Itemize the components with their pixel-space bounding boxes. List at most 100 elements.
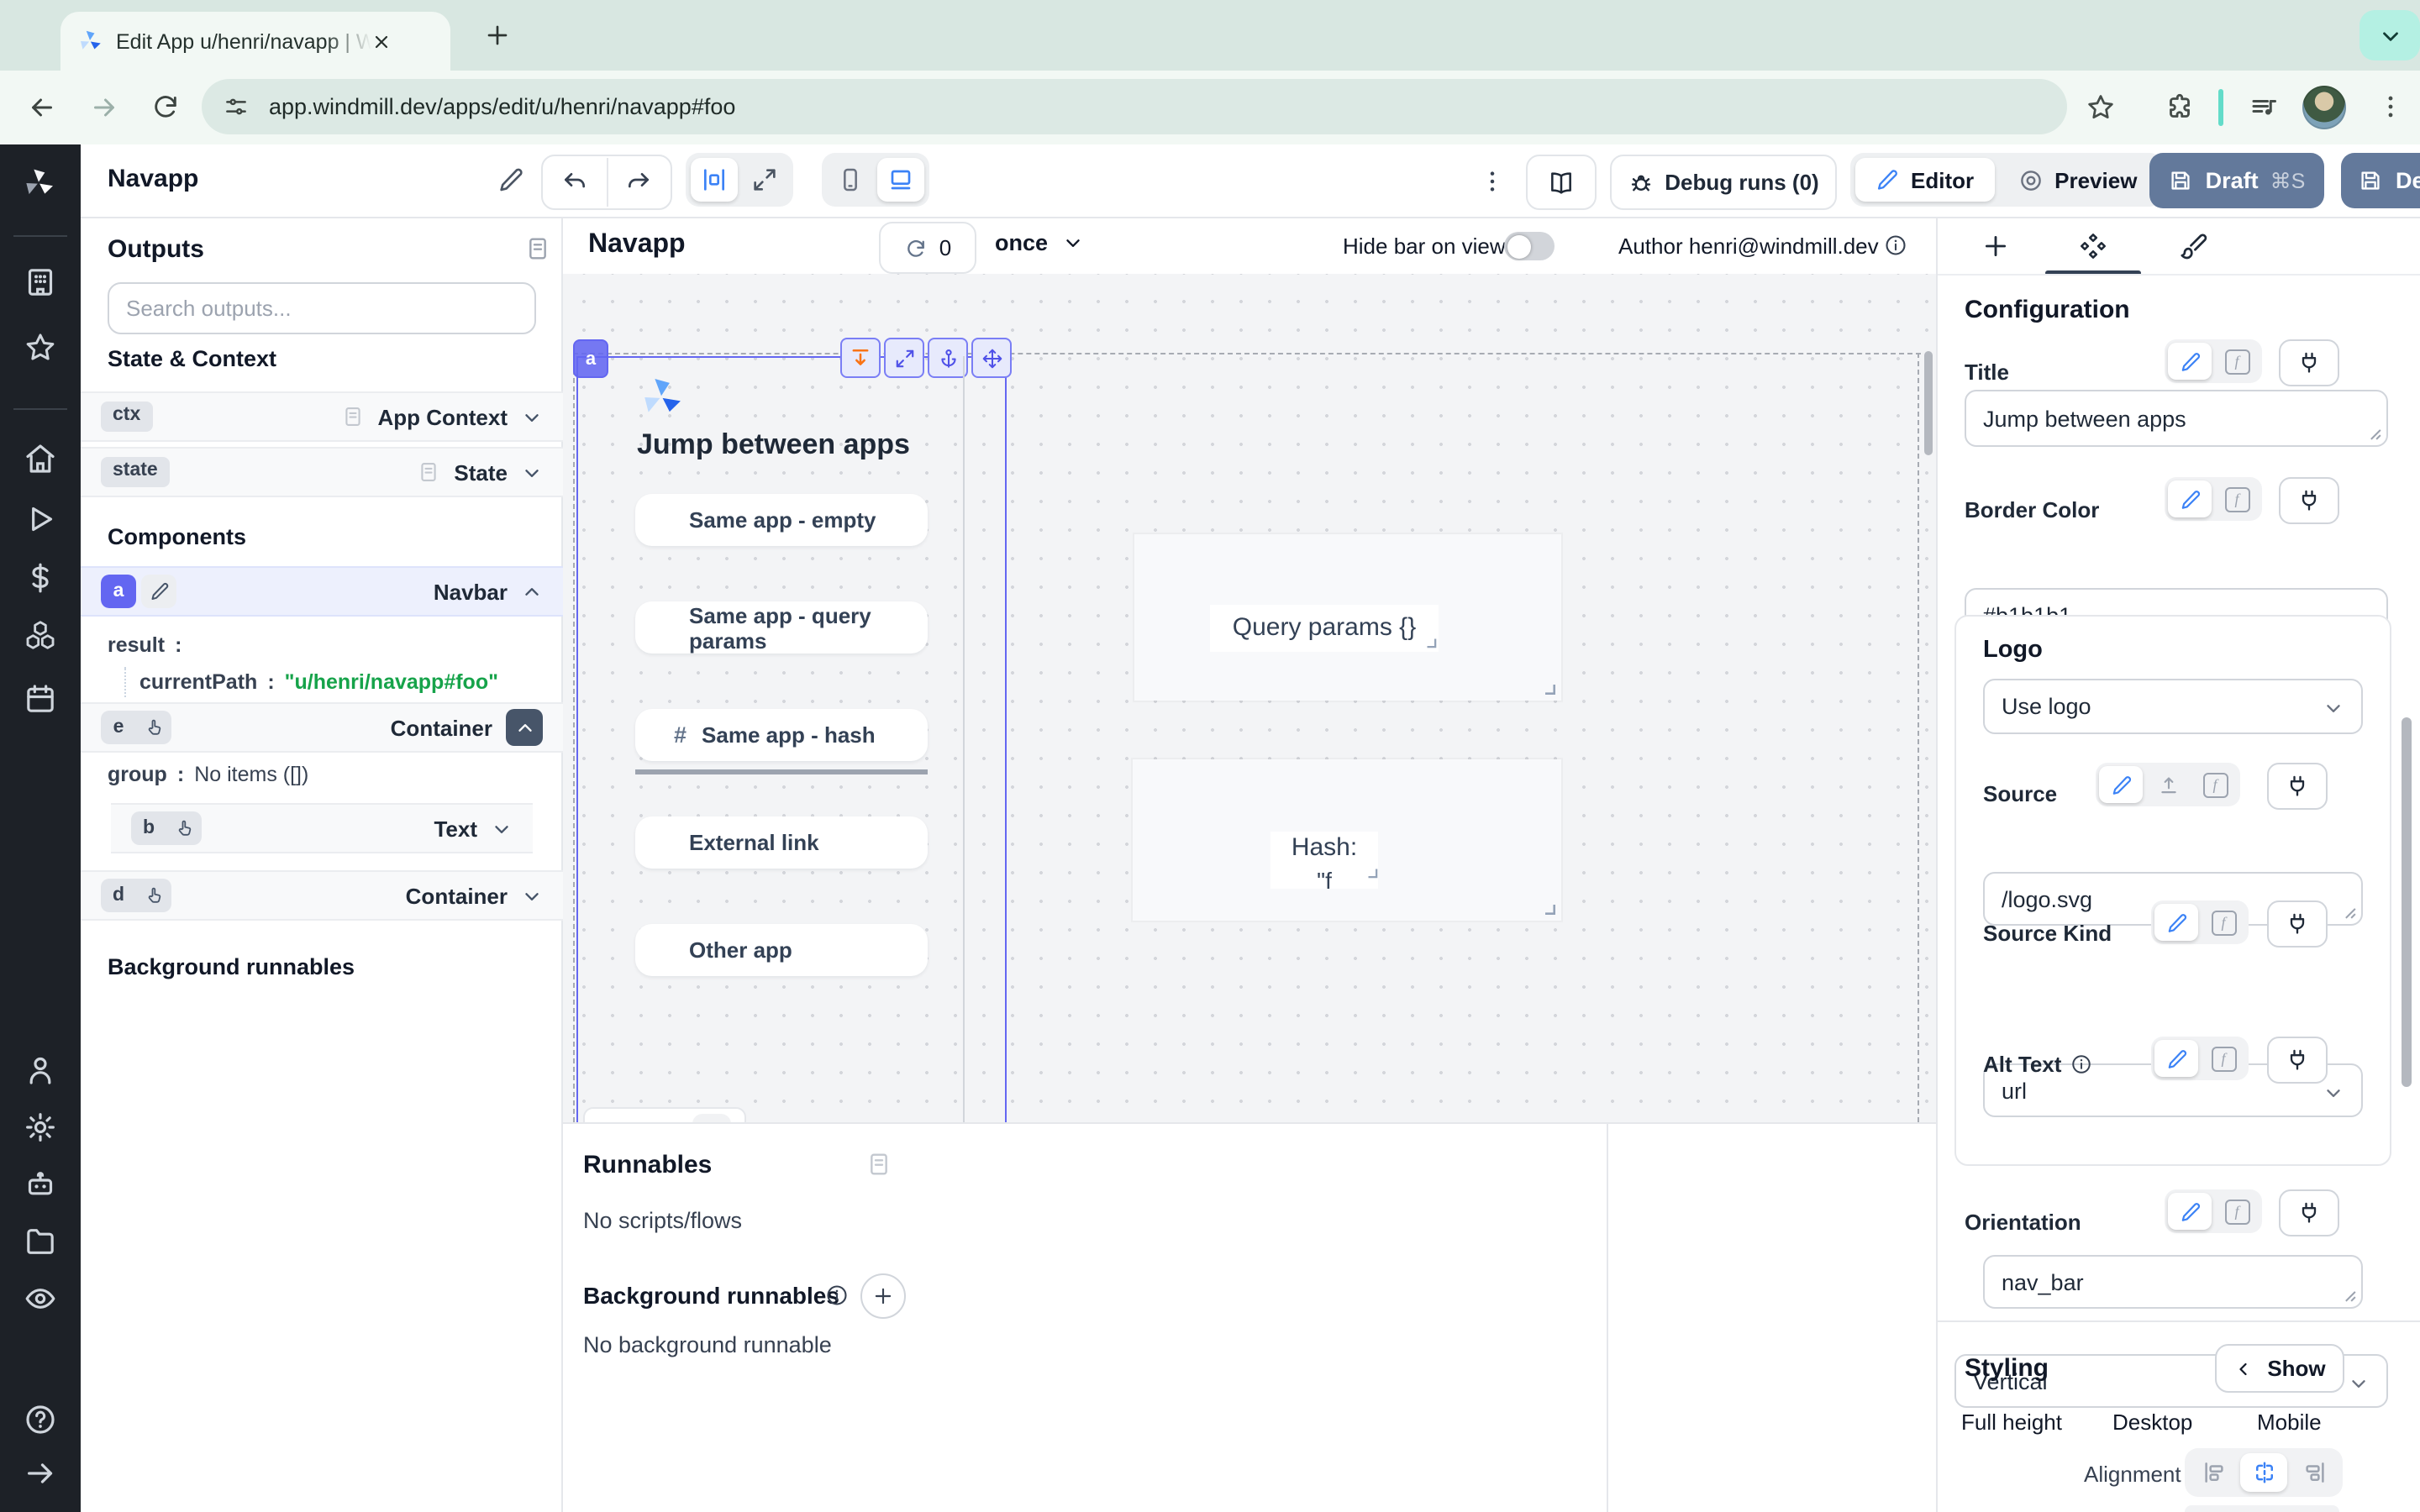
sidebar-runs-icon[interactable] <box>24 502 57 536</box>
browser-menu-icon[interactable] <box>2376 92 2405 121</box>
redo-button[interactable] <box>608 158 670 207</box>
resize-corner-icon[interactable] <box>1541 680 1558 697</box>
border-color-static-button[interactable] <box>2168 480 2212 517</box>
window-scrollbar[interactable] <box>2402 717 2412 1087</box>
query-params-text-box[interactable]: Query params {} <box>1210 605 1439 652</box>
media-queue-icon[interactable] <box>2249 92 2279 123</box>
source-kind-connect-button[interactable] <box>2267 900 2328 948</box>
nav-item-same-app-empty[interactable]: Same app - empty <box>635 494 928 546</box>
textarea-resize-icon[interactable] <box>2339 902 2358 921</box>
settings-tab-icon[interactable] <box>2079 232 2107 260</box>
orientation-fx-button[interactable]: f <box>2215 1193 2259 1230</box>
refresh-count-button[interactable]: 0 <box>879 222 976 274</box>
logo-select[interactable]: Use logo <box>1983 679 2363 734</box>
run-mode-dropdown[interactable]: once <box>995 230 1083 255</box>
resize-corner-icon[interactable] <box>1365 865 1380 880</box>
sidebar-variables-icon[interactable] <box>24 561 57 595</box>
sidebar-folders-icon[interactable] <box>24 1225 57 1258</box>
deploy-button[interactable]: Deploy <box>2341 153 2420 208</box>
title-input[interactable]: Jump between apps <box>1965 390 2388 447</box>
text-b-chevron-icon[interactable] <box>491 817 513 839</box>
border-color-fx-button[interactable]: f <box>2215 480 2259 517</box>
source-static-button[interactable] <box>2099 766 2143 803</box>
rename-app-icon[interactable] <box>497 166 524 193</box>
align-right-button[interactable] <box>2291 1453 2338 1492</box>
nav-item-external-link[interactable]: External link <box>635 816 928 869</box>
draft-button[interactable]: Draft ⌘S <box>2149 153 2324 208</box>
forward-icon[interactable] <box>89 92 119 123</box>
hash-component[interactable]: Hash: "f <box>1133 759 1561 921</box>
source-connect-button[interactable] <box>2267 763 2328 810</box>
source-kind-static-button[interactable] <box>2154 904 2198 941</box>
sidebar-users-icon[interactable] <box>24 1053 57 1087</box>
move-chip[interactable] <box>971 338 1012 378</box>
centered-layout-button[interactable] <box>691 158 738 202</box>
runnables-doc-icon[interactable] <box>865 1151 892 1178</box>
ctx-row[interactable]: ctx App Context <box>81 391 563 442</box>
hash-text-box[interactable]: Hash: "f <box>1270 832 1378 889</box>
styling-show-button[interactable]: Show <box>2215 1344 2344 1393</box>
orientation-static-button[interactable] <box>2168 1193 2212 1230</box>
query-params-component[interactable]: Query params {} <box>1134 534 1561 701</box>
debug-runs-button[interactable]: Debug runs (0) <box>1610 155 1837 210</box>
align-center-button[interactable] <box>2240 1453 2287 1492</box>
insert-component-tab-icon[interactable] <box>1981 232 2010 260</box>
orientation-connect-button[interactable] <box>2279 1189 2339 1236</box>
browser-profile-avatar[interactable] <box>2302 86 2346 129</box>
source-fx-button[interactable]: f <box>2193 766 2237 803</box>
textarea-resize-icon[interactable] <box>2365 423 2383 442</box>
component-row-container-d[interactable]: d Container <box>81 870 563 921</box>
address-bar[interactable]: app.windmill.dev/apps/edit/u/henri/navap… <box>202 79 2067 134</box>
sidebar-resources-icon[interactable] <box>24 618 57 652</box>
tab-close-icon[interactable] <box>371 31 392 51</box>
docs-button[interactable] <box>1526 155 1597 210</box>
hide-bar-toggle[interactable] <box>1504 232 1555 260</box>
nav-item-hash[interactable]: #Same app - hash <box>635 709 928 761</box>
site-settings-icon[interactable] <box>224 94 249 119</box>
undo-button[interactable] <box>544 158 608 207</box>
component-b-pointer-icon[interactable] <box>166 811 202 845</box>
bookmark-star-icon[interactable] <box>2086 92 2116 123</box>
component-a-edit-icon[interactable] <box>141 575 176 608</box>
component-e-pointer-icon[interactable] <box>136 711 171 744</box>
mobile-view-button[interactable] <box>827 158 874 202</box>
author-info-icon[interactable] <box>1884 234 1907 257</box>
title-connect-button[interactable] <box>2279 339 2339 386</box>
sidebar-help-icon[interactable] <box>24 1403 57 1436</box>
resize-corner-icon[interactable] <box>1423 635 1439 650</box>
desktop-view-button[interactable] <box>877 158 924 202</box>
source-upload-button[interactable] <box>2146 766 2190 803</box>
nav-item-query-params[interactable]: Same app - query params <box>635 601 928 654</box>
sidebar-workspace-icon[interactable] <box>24 265 57 299</box>
expand-component-chip[interactable] <box>840 338 881 378</box>
component-tag-a[interactable]: a <box>573 339 608 378</box>
border-color-connect-button[interactable] <box>2279 477 2339 524</box>
add-background-runnable-button[interactable] <box>860 1273 906 1319</box>
fullscreen-chip[interactable] <box>884 338 924 378</box>
window-controls-chevron[interactable] <box>2360 10 2420 60</box>
current-path-row[interactable]: currentPath : "u/henri/navapp#foo" <box>124 667 498 697</box>
alt-text-static-button[interactable] <box>2154 1040 2198 1077</box>
outputs-doc-icon[interactable] <box>524 235 551 262</box>
source-kind-fx-button[interactable]: f <box>2202 904 2245 941</box>
browser-tab[interactable]: Edit App u/henri/navapp | Win <box>60 12 450 71</box>
align-left-button[interactable] <box>2190 1453 2237 1492</box>
preview-tab[interactable]: Preview <box>1997 158 2157 202</box>
back-icon[interactable] <box>27 92 57 123</box>
component-row-text-b[interactable]: b Text <box>111 803 533 853</box>
nav-item-other-app[interactable]: Other app <box>635 924 928 976</box>
alt-text-input[interactable]: nav_bar <box>1983 1255 2363 1309</box>
windmill-logo[interactable] <box>22 166 55 200</box>
background-runnables-info-icon[interactable] <box>825 1284 849 1307</box>
ctx-chevron-icon[interactable] <box>521 406 543 428</box>
alt-text-connect-button[interactable] <box>2267 1037 2328 1084</box>
new-tab-icon[interactable] <box>484 22 511 49</box>
resize-corner-icon[interactable] <box>1541 900 1558 917</box>
extensions-icon[interactable] <box>2165 92 2195 123</box>
component-row-navbar[interactable]: a Navbar <box>81 566 563 617</box>
sidebar-workers-icon[interactable] <box>24 1168 57 1201</box>
textarea-resize-icon[interactable] <box>2339 1285 2358 1304</box>
state-row[interactable]: state State <box>81 447 563 497</box>
sidebar-schedules-icon[interactable] <box>24 682 57 716</box>
sidebar-audit-icon[interactable] <box>24 1282 57 1315</box>
